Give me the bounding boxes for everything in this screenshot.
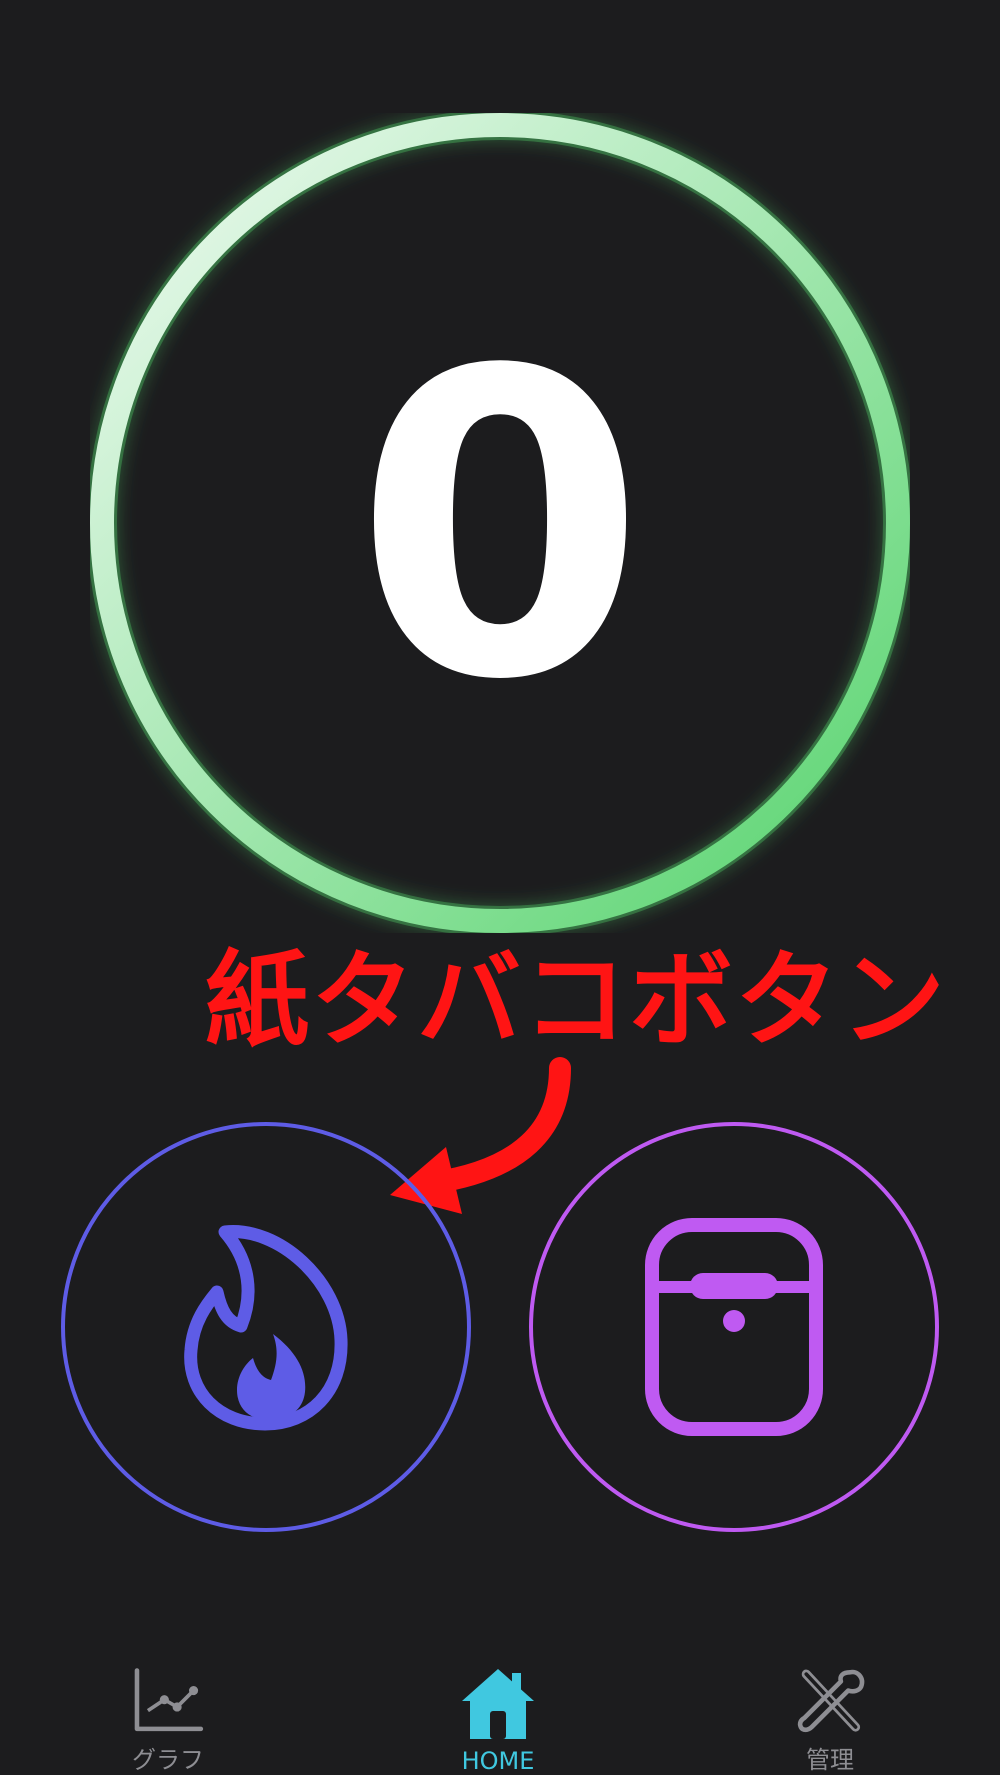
home-screen: 0 紙タバコボタン グラフ HOME 管理 bbox=[0, 0, 1000, 1775]
tab-admin[interactable]: 管理 bbox=[730, 1650, 930, 1775]
heated-tobacco-device-icon bbox=[645, 1218, 823, 1436]
tab-graph-label: グラフ bbox=[132, 1746, 204, 1774]
annotation-arrow-icon bbox=[390, 1057, 571, 1214]
heated-tobacco-button[interactable] bbox=[529, 1122, 939, 1532]
cigarette-button[interactable] bbox=[61, 1122, 471, 1532]
tab-home-label: HOME bbox=[461, 1747, 535, 1775]
tab-graph[interactable]: グラフ bbox=[68, 1650, 268, 1775]
flame-icon bbox=[184, 1225, 348, 1431]
line-chart-icon bbox=[134, 1668, 204, 1732]
tools-icon bbox=[797, 1669, 865, 1733]
tab-home[interactable]: HOME bbox=[398, 1650, 598, 1775]
tab-bar: グラフ HOME 管理 bbox=[0, 1650, 1000, 1775]
house-icon bbox=[462, 1669, 534, 1739]
tab-admin-label: 管理 bbox=[806, 1746, 854, 1774]
